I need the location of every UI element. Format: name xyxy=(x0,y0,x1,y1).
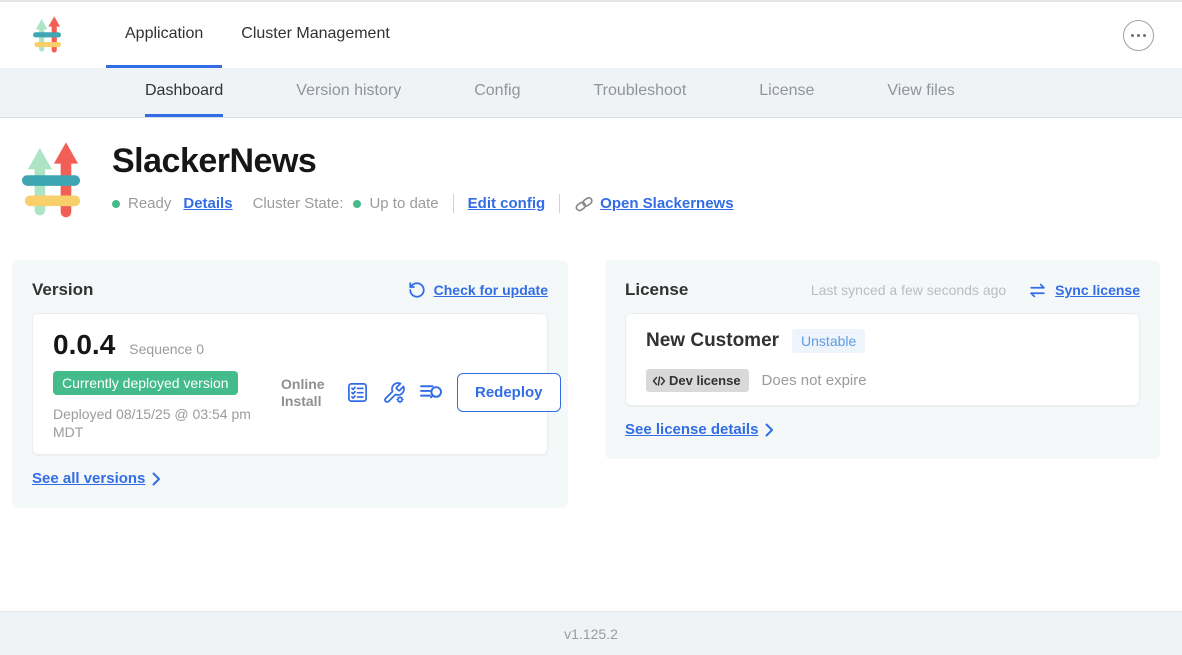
see-all-versions-link[interactable]: See all versions xyxy=(32,470,161,487)
preflight-checks-button[interactable] xyxy=(346,381,369,404)
subnav-tab-version-history[interactable]: Version history xyxy=(296,68,401,117)
app-icon xyxy=(22,140,80,222)
chevron-right-icon xyxy=(765,423,774,437)
cluster-state-label: Cluster State: xyxy=(253,195,344,212)
subnav-tab-dashboard[interactable]: Dashboard xyxy=(145,68,223,117)
version-card-title: Version xyxy=(32,280,93,300)
channel-badge: Unstable xyxy=(792,329,865,353)
sequence-label: Sequence 0 xyxy=(129,341,204,357)
divider xyxy=(453,194,454,213)
divider xyxy=(559,194,560,213)
open-app-link[interactable]: Open Slackernews xyxy=(574,195,733,213)
subnav-tab-troubleshoot[interactable]: Troubleshoot xyxy=(593,68,686,117)
list-search-icon xyxy=(419,381,444,404)
version-number: 0.0.4 xyxy=(53,329,115,361)
edit-config-button[interactable] xyxy=(382,381,406,405)
license-expiration: Does not expire xyxy=(762,372,867,389)
tab-application[interactable]: Application xyxy=(106,2,222,68)
sub-nav: Dashboard Version history Config Trouble… xyxy=(0,68,1182,118)
dashboard-main: SlackerNews Ready Details Cluster State:… xyxy=(0,118,1182,508)
current-version-panel: 0.0.4 Sequence 0 Currently deployed vers… xyxy=(32,313,548,455)
cluster-state-value: Up to date xyxy=(369,195,438,212)
sync-license-link[interactable]: Sync license xyxy=(1055,282,1140,298)
code-icon xyxy=(652,375,666,387)
arrows-exchange-icon xyxy=(1028,282,1047,299)
deployed-status-badge: Currently deployed version xyxy=(53,371,238,395)
app-status-dot-icon xyxy=(112,200,120,208)
app-header: SlackerNews Ready Details Cluster State:… xyxy=(0,118,1182,222)
app-footer: v1.125.2 xyxy=(0,611,1182,655)
subnav-tab-config[interactable]: Config xyxy=(474,68,520,117)
last-synced-text: Last synced a few seconds ago xyxy=(811,282,1006,298)
see-license-details-link[interactable]: See license details xyxy=(625,421,774,438)
redeploy-button[interactable]: Redeploy xyxy=(457,373,561,412)
version-card: Version Check for update 0.0.4 Sequence … xyxy=(12,260,568,508)
license-details-panel: New Customer Unstable Dev license Does n… xyxy=(625,313,1140,406)
deployed-timestamp: Deployed 08/15/25 @ 03:54 pm MDT xyxy=(53,405,281,441)
chain-link-icon xyxy=(574,195,594,213)
customer-name: New Customer xyxy=(646,330,779,352)
deploy-logs-button[interactable] xyxy=(419,381,444,404)
app-status-row: Ready Details Cluster State: Up to date … xyxy=(112,194,734,213)
check-for-update-link[interactable]: Check for update xyxy=(434,282,548,298)
checklist-icon xyxy=(346,381,369,404)
license-type-badge: Dev license xyxy=(646,369,749,392)
subnav-tab-view-files[interactable]: View files xyxy=(887,68,954,117)
page-title: SlackerNews xyxy=(112,142,734,181)
top-nav: Application Cluster Management xyxy=(0,0,1182,68)
console-version: v1.125.2 xyxy=(564,626,618,642)
app-logo-icon xyxy=(33,15,61,55)
more-menu-button[interactable] xyxy=(1123,20,1154,51)
rotate-ccw-icon xyxy=(408,281,426,299)
app-status-text: Ready xyxy=(128,195,171,212)
wrench-gear-icon xyxy=(382,381,406,405)
install-type-label: Online Install xyxy=(281,376,333,408)
dashboard-cards: Version Check for update 0.0.4 Sequence … xyxy=(0,222,1182,508)
tab-cluster-management[interactable]: Cluster Management xyxy=(222,2,409,68)
ellipsis-icon xyxy=(1131,34,1134,37)
details-link[interactable]: Details xyxy=(183,195,232,212)
license-card-title: License xyxy=(625,280,688,300)
cluster-state-dot-icon xyxy=(353,200,361,208)
chevron-right-icon xyxy=(152,472,161,486)
subnav-tab-license[interactable]: License xyxy=(759,68,814,117)
license-card: License Last synced a few seconds ago Sy… xyxy=(605,260,1160,459)
edit-config-link[interactable]: Edit config xyxy=(468,195,546,212)
